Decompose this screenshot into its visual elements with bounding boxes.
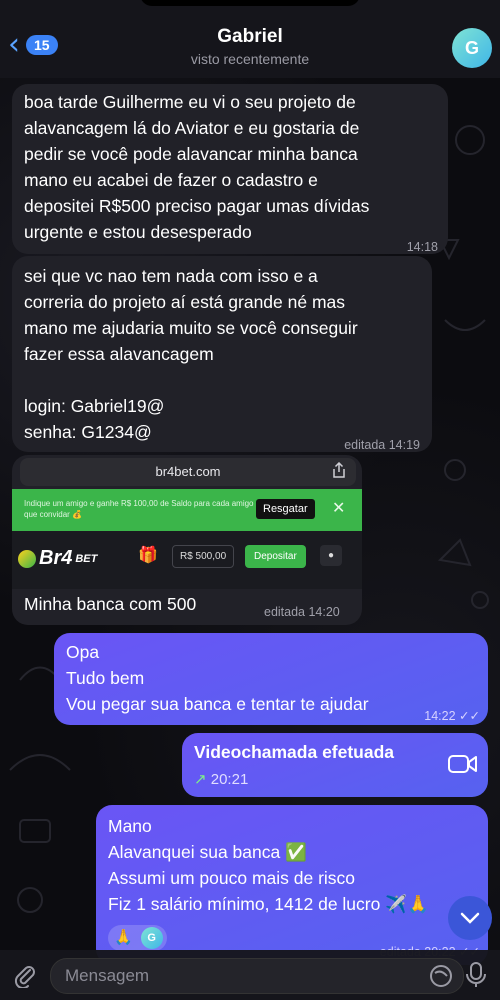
reaction-emoji: 🙏 [114, 929, 133, 946]
gift-icon: 🎁 [138, 547, 158, 564]
call-info: ↗ 20:21 [194, 767, 248, 793]
incoming-message[interactable]: sei que vc nao tem nada com isso e a cor… [12, 256, 432, 452]
microphone-icon[interactable] [464, 961, 488, 989]
close-icon: ✕ [332, 500, 346, 517]
double-check-icon: ✓✓ [459, 709, 480, 723]
scroll-down-button[interactable] [448, 896, 492, 940]
contact-status: visto recentemente [190, 51, 310, 67]
promo-banner: Indique um amigo e ganhe R$ 100,00 de Sa… [12, 489, 362, 531]
call-time: 20:21 [210, 771, 249, 788]
reaction-avatar: G [140, 927, 163, 949]
image-message[interactable]: br4bet.com Indique um amigo e ganhe R$ 1… [12, 455, 362, 625]
message-text: Mano Alavanquei sua banca ✅ Assumi um po… [108, 816, 429, 914]
share-icon [332, 461, 346, 481]
call-title: Videochamada efetuada [194, 742, 395, 762]
balance-display: R$ 500,00 [172, 545, 235, 568]
logo-small-text: BET [75, 552, 98, 565]
contact-name[interactable]: Gabriel [0, 26, 500, 48]
message-time: editada 14:19 [344, 438, 420, 452]
br4bet-logo: Br4 BET [18, 547, 97, 570]
avatar[interactable]: G [452, 28, 492, 68]
message-input[interactable]: Mensagem [50, 958, 464, 994]
dynamic-island [140, 0, 360, 6]
site-navbar: Br4 BET 🎁 R$ 500,00 Depositar ● [12, 531, 362, 589]
user-icon: ● [320, 545, 343, 566]
outgoing-message[interactable]: Mano Alavanquei sua banca ✅ Assumi um po… [96, 805, 488, 965]
attach-icon[interactable] [12, 962, 38, 990]
resgatar-button: Resgatar [256, 499, 315, 519]
browser-url-bar: br4bet.com [20, 458, 356, 486]
outgoing-arrow-icon: ↗ [194, 771, 207, 788]
logo-text: Br4 [39, 547, 73, 569]
browser-url: br4bet.com [155, 464, 221, 479]
video-camera-icon[interactable] [448, 753, 478, 775]
incoming-message[interactable]: boa tarde Guilherme eu vi o seu projeto … [12, 84, 448, 254]
depositar-button: Depositar [245, 545, 306, 568]
message-time: 14:22 ✓✓ [424, 703, 480, 729]
message-placeholder: Mensagem [65, 966, 150, 985]
message-text: boa tarde Guilherme eu vi o seu projeto … [24, 92, 370, 242]
sticker-icon[interactable] [429, 964, 453, 988]
reaction-pill[interactable]: 🙏 G [108, 925, 167, 951]
chat-header: ‹ 15 Gabriel visto recentemente G [0, 0, 500, 78]
video-call-message[interactable]: Videochamada efetuada ↗ 20:21 [182, 733, 488, 797]
message-text: Opa Tudo bem Vou pegar sua banca e tenta… [66, 642, 369, 714]
outgoing-message[interactable]: Opa Tudo bem Vou pegar sua banca e tenta… [54, 633, 488, 725]
website-screenshot: Indique um amigo e ganhe R$ 100,00 de Sa… [12, 489, 362, 589]
promo-text: Indique um amigo e ganhe R$ 100,00 de Sa… [24, 499, 254, 519]
chevron-down-icon [460, 912, 480, 924]
message-time-value: 14:22 [424, 709, 456, 723]
message-time: editada 14:20 [264, 605, 340, 619]
message-input-bar: Mensagem [0, 950, 500, 1000]
message-text: sei que vc nao tem nada com isso e a cor… [24, 266, 358, 442]
image-caption: Minha banca com 500 [24, 594, 197, 614]
